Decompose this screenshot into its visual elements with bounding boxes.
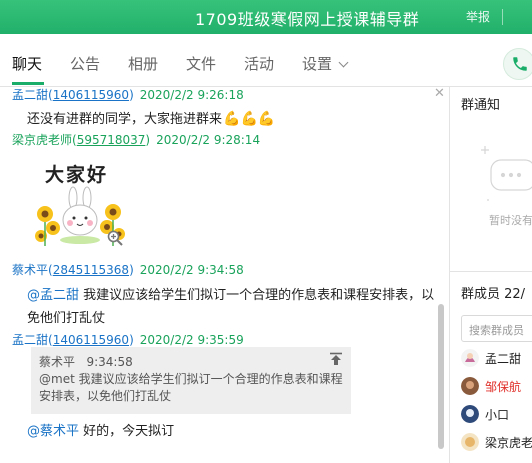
message-header: 孟二甜(1406115960) 2020/2/2 9:26:18	[12, 88, 244, 102]
message-text-continued: 免他们打乱仗	[27, 311, 106, 326]
avatar	[461, 377, 479, 395]
avatar	[461, 349, 479, 367]
quote-header: 蔡术平 9:34:58	[39, 353, 133, 370]
avatar	[461, 405, 479, 423]
tab-activity[interactable]: 活动	[244, 53, 274, 74]
sender-id[interactable]: 1406115960	[53, 333, 129, 347]
sender-id[interactable]: 1406115960	[53, 88, 129, 102]
quote-time: 9:34:58	[86, 355, 133, 369]
close-icon[interactable]: ✕	[434, 86, 445, 101]
quote-text: @met 我建议应该给学生们拟订一个合理的作息表和课程安排表，以免他们打乱仗	[39, 372, 343, 403]
call-button[interactable]	[503, 48, 532, 80]
sender-id[interactable]: 2845115368	[53, 263, 129, 277]
avatar	[461, 433, 479, 451]
sender-name[interactable]: 梁京虎老师	[12, 133, 72, 147]
timestamp: 2020/2/2 9:35:59	[139, 333, 244, 347]
window-title: 1709班级寒假网上授课辅导群	[195, 10, 420, 29]
tab-bar: 聊天 公告 相册 文件 活动 设置	[0, 34, 532, 86]
mention[interactable]: @蔡术平	[27, 424, 79, 439]
sender-name[interactable]: 孟二甜	[12, 88, 48, 102]
title-divider	[502, 9, 503, 25]
right-panel-divider	[450, 271, 532, 272]
empty-notice-icon	[481, 146, 532, 201]
timestamp: 2020/2/2 9:28:14	[156, 133, 261, 147]
tab-files[interactable]: 文件	[186, 53, 216, 74]
panel-divider	[449, 86, 450, 463]
message-text: 我建议应该给学生们拟订一个合理的作息表和课程安排表，以	[79, 288, 435, 303]
member-search-input[interactable]: 搜索群成员	[461, 315, 532, 342]
sender-name[interactable]: 孟二甜	[12, 333, 48, 347]
tab-settings-label: 设置	[302, 55, 333, 73]
flex-arm-emoji-icon: 💪💪💪	[223, 111, 276, 127]
quote-author: 蔡术平	[39, 355, 76, 369]
chat-scrollbar[interactable]	[438, 304, 444, 449]
chevron-down-icon	[338, 57, 349, 68]
notice-empty-illustration	[477, 120, 532, 220]
title-bar: 1709班级寒假网上授课辅导群 举报	[0, 0, 532, 34]
active-tab-indicator	[12, 82, 44, 85]
mention[interactable]: @孟二甜	[27, 288, 79, 303]
tab-album[interactable]: 相册	[128, 53, 158, 74]
message-header: 孟二甜(1406115960) 2020/2/2 9:35:59	[12, 333, 244, 347]
timestamp: 2020/2/2 9:26:18	[139, 88, 244, 102]
members-title: 群成员 22/	[461, 287, 526, 302]
tab-settings[interactable]: 设置	[302, 53, 349, 74]
chat-messages[interactable]: ✕ 孟二甜(1406115960) 2020/2/2 9:26:18 还没有进群的…	[0, 86, 449, 463]
jump-to-top-icon[interactable]	[329, 352, 343, 369]
notice-empty-text: 暂时没有	[489, 214, 532, 227]
zoom-icon[interactable]	[107, 230, 123, 249]
message-header: 蔡术平(2845115368) 2020/2/2 9:34:58	[12, 263, 244, 277]
phone-icon	[513, 57, 527, 71]
timestamp: 2020/2/2 9:34:58	[139, 263, 244, 277]
message-header: 梁京虎老师(595718037) 2020/2/2 9:28:14	[12, 133, 261, 147]
tab-chat[interactable]: 聊天	[12, 53, 42, 74]
member-name: 孟二甜	[485, 352, 522, 366]
message-body: @蔡术平 好的，今天拟订	[27, 420, 174, 439]
message-text: 还没有进群的同学，大家拖进群来	[27, 112, 223, 127]
sender-id[interactable]: 595718037	[77, 133, 146, 147]
tab-announcement[interactable]: 公告	[70, 53, 100, 74]
member-name: 梁京虎老	[485, 436, 532, 450]
message-text: 好的，今天拟订	[79, 424, 175, 439]
message-body: 还没有进群的同学，大家拖进群来💪💪💪	[27, 108, 275, 127]
quoted-message[interactable]: 蔡术平 9:34:58 @met 我建议应该给学生们拟订一个合理的作息表和课程安…	[31, 347, 351, 414]
sender-name[interactable]: 蔡术平	[12, 263, 48, 277]
member-name: 邹保航	[485, 380, 522, 394]
member-name: 小口	[485, 408, 510, 422]
report-button[interactable]: 举报	[466, 8, 490, 25]
notice-title: 群通知	[461, 98, 501, 113]
message-body: @孟二甜 我建议应该给学生们拟订一个合理的作息表和课程安排表，以	[27, 284, 434, 303]
